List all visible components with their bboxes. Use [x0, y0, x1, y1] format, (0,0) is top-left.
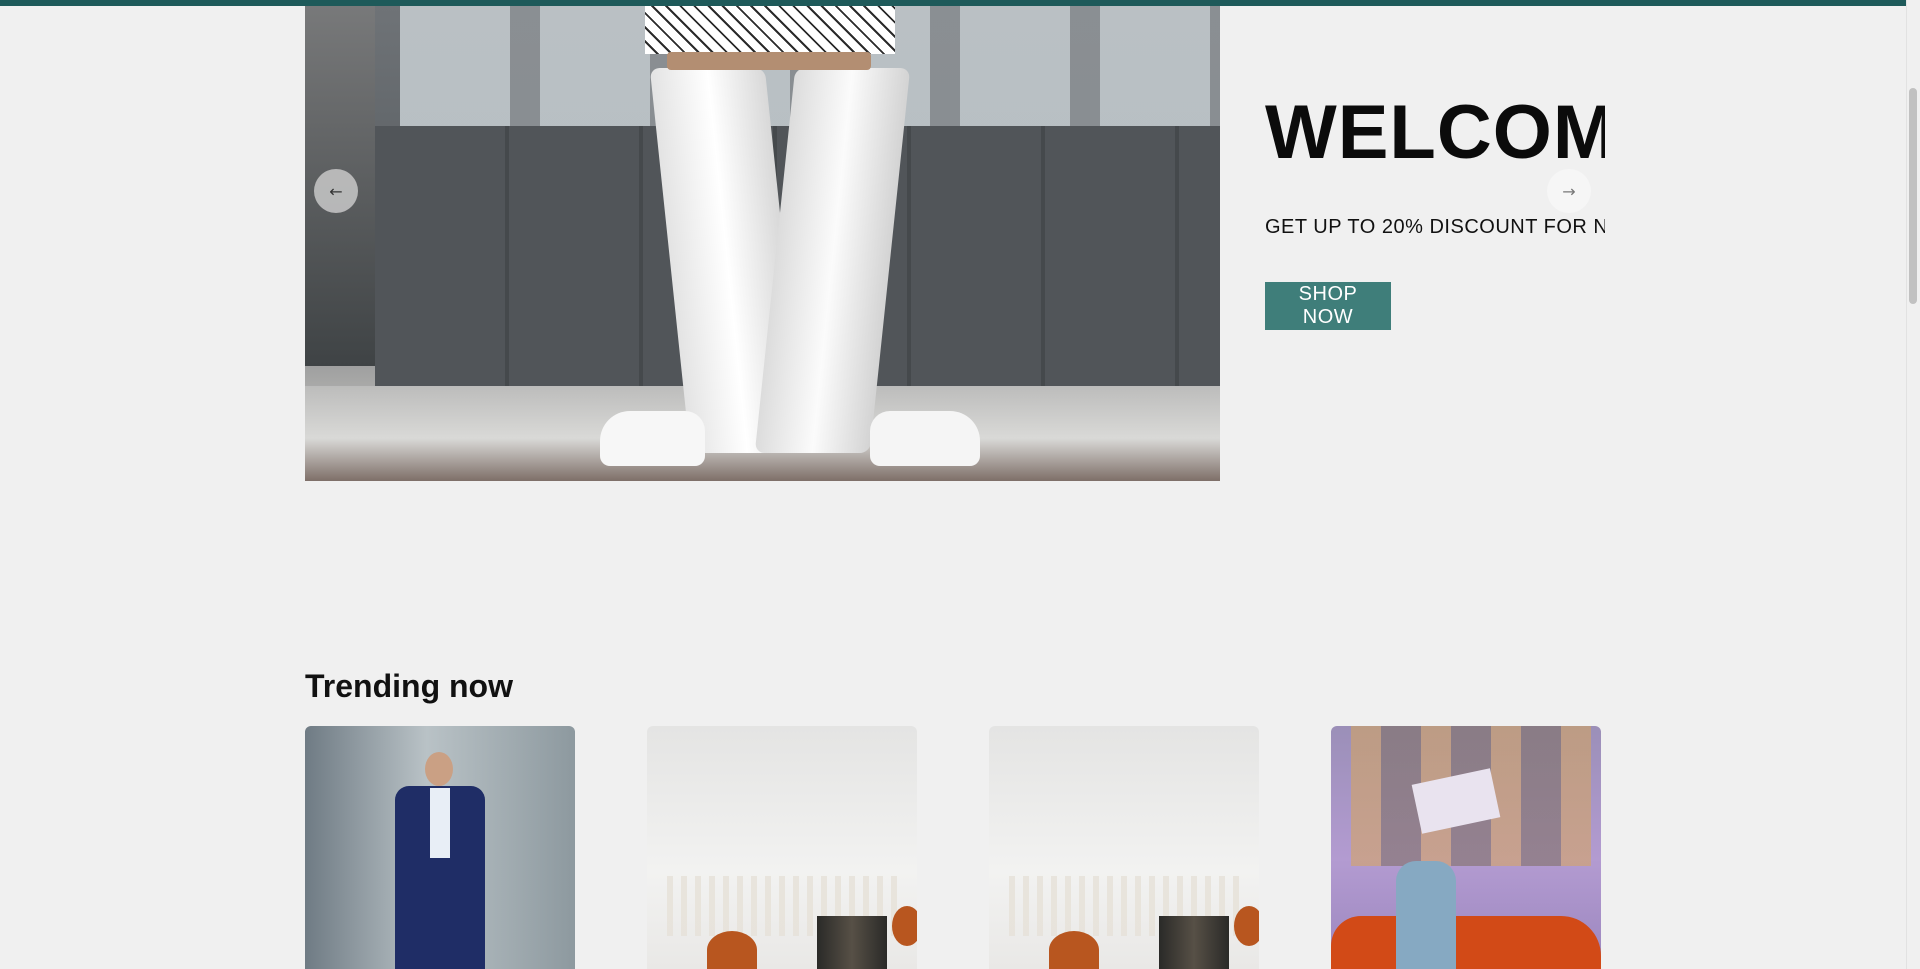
product-image-car: [1331, 916, 1601, 969]
hero-image-shirt: [645, 6, 895, 54]
clothes-shape: [817, 916, 887, 969]
page-scrollbar-thumb[interactable]: [1909, 88, 1917, 304]
orange-item-shape: [892, 906, 917, 946]
arrow-right-icon: →: [1562, 181, 1576, 201]
hero-title: WELCOME: [1265, 90, 1605, 175]
head-shape: [425, 752, 453, 786]
hero-image-shoe-left: [600, 411, 705, 466]
shop-now-button[interactable]: SHOP NOW: [1265, 282, 1391, 330]
hero-image-shoe-right: [870, 411, 980, 466]
product-image-rack: [647, 876, 917, 969]
product-card[interactable]: [647, 726, 917, 969]
trending-title: Trending now: [305, 668, 513, 704]
clothes-shape: [1159, 916, 1229, 969]
hero-text: WELCOME GET UP TO 20% DISCOUNT FOR NEW A…: [1265, 80, 1605, 380]
arrow-left-icon: ←: [329, 181, 343, 201]
orange-chair-shape: [707, 931, 757, 969]
product-image-suit: [383, 752, 498, 969]
orange-item-shape: [1234, 906, 1259, 946]
carousel-next-button[interactable]: →: [1547, 169, 1591, 213]
hero-image: [305, 6, 1220, 481]
orange-chair-shape: [1049, 931, 1099, 969]
product-image-rack: [989, 876, 1259, 969]
hero-image-belt: [667, 52, 871, 70]
carousel-prev-button[interactable]: ←: [314, 169, 358, 213]
product-card[interactable]: [305, 726, 575, 969]
hero-subtitle: GET UP TO 20% DISCOUNT FOR NEW ARRIVALS: [1265, 216, 1605, 238]
product-card[interactable]: [989, 726, 1259, 969]
product-image-woman: [1396, 861, 1456, 969]
shirt-shape: [430, 788, 450, 858]
product-card[interactable]: [1331, 726, 1601, 969]
